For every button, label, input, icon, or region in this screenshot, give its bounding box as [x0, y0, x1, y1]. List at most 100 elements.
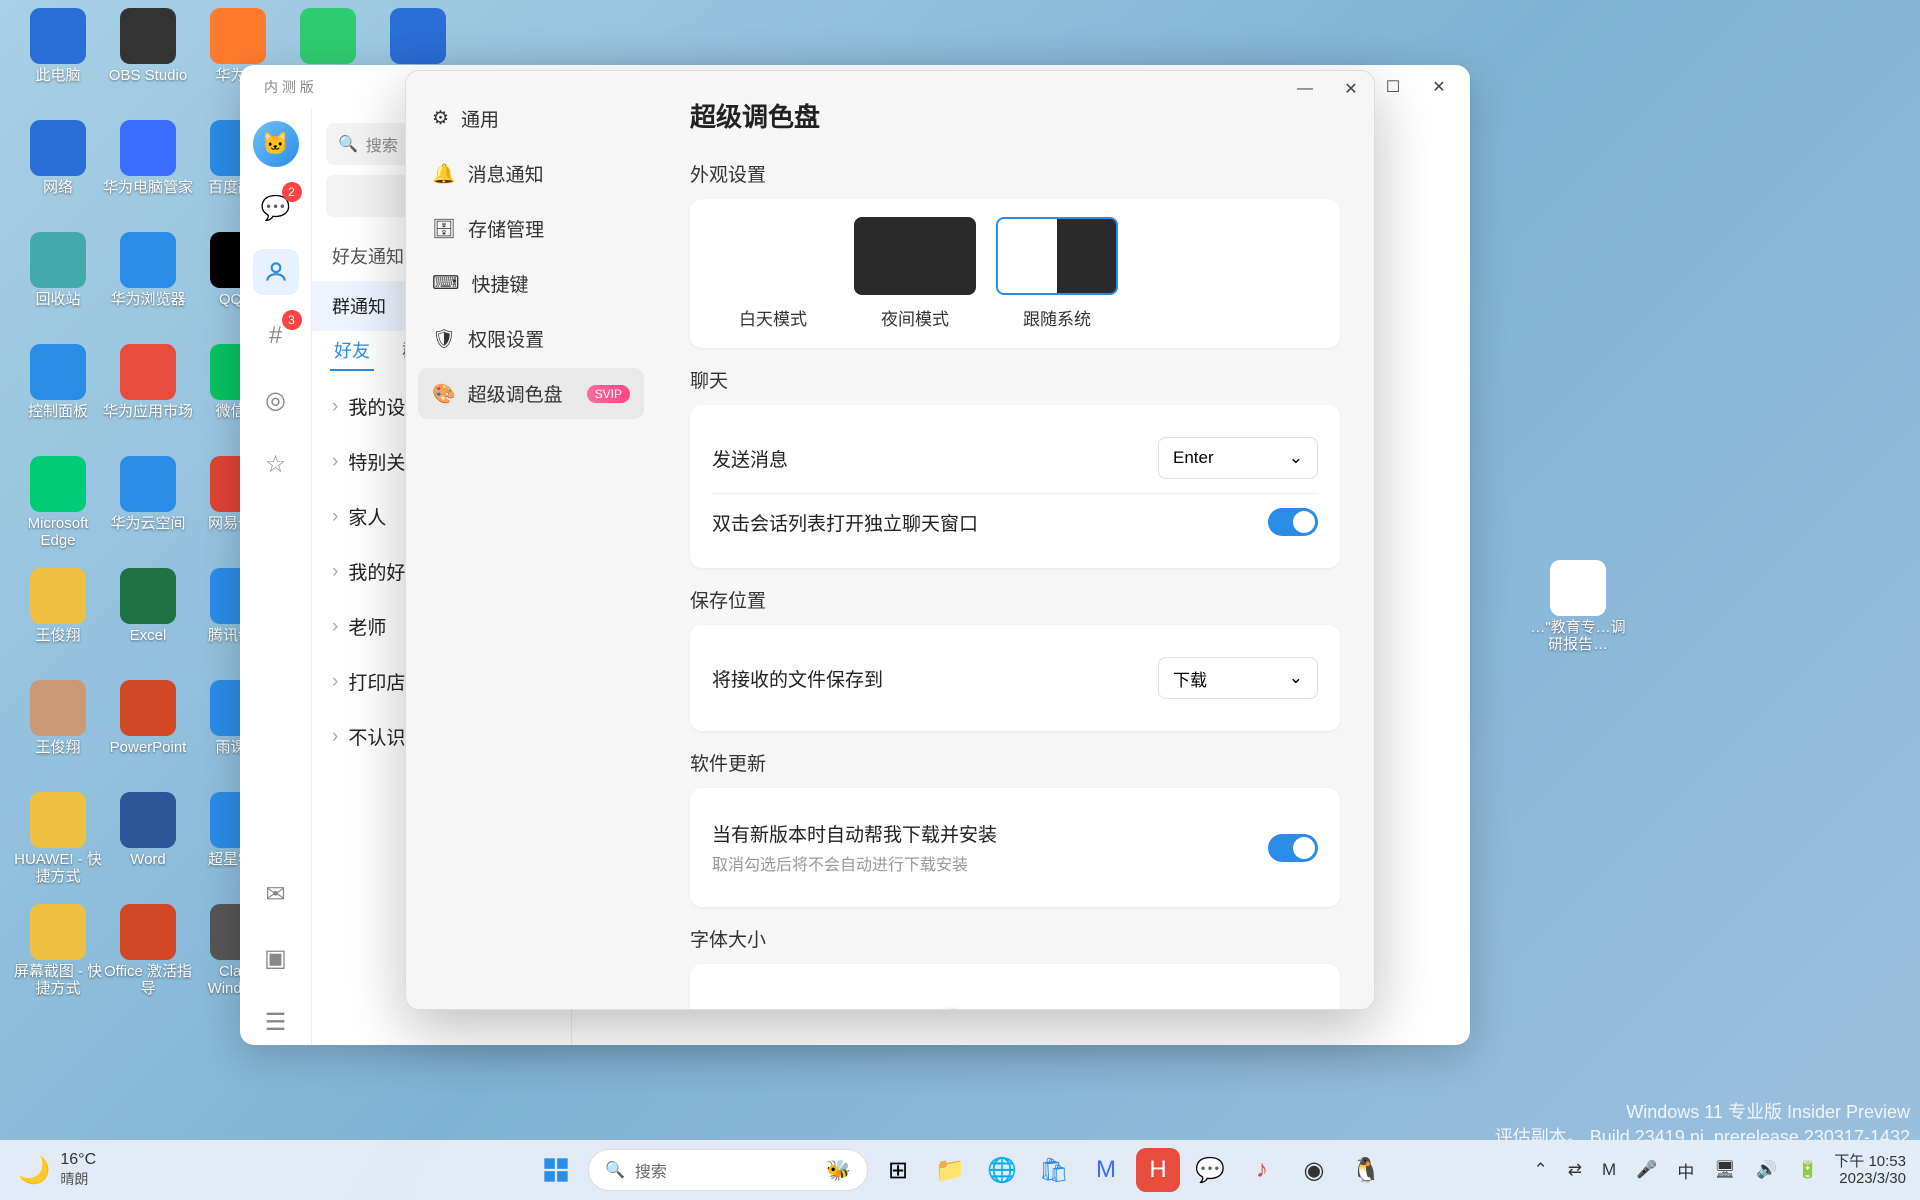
- start-button[interactable]: [532, 1146, 580, 1194]
- rail-chat[interactable]: 💬2: [253, 185, 299, 231]
- search-placeholder: 搜索: [366, 132, 398, 156]
- desktop-icon[interactable]: 华为电脑管家: [100, 120, 196, 197]
- settings-close-button[interactable]: ✕: [1328, 71, 1374, 107]
- desktop-icon[interactable]: HUAWEI - 快捷方式: [10, 792, 106, 885]
- icon-label: 屏幕截图 - 快捷方式: [10, 964, 106, 997]
- tray-chevron-icon[interactable]: ⌃: [1530, 1158, 1552, 1182]
- desktop-icon[interactable]: Microsoft Edge: [10, 456, 106, 549]
- desktop-icon[interactable]: Office 激活指导: [100, 904, 196, 997]
- desktop-icon[interactable]: 华为应用市场: [100, 344, 196, 421]
- dblclick-toggle[interactable]: [1268, 508, 1318, 536]
- auto-update-label: 当有新版本时自动帮我下载并安装: [712, 820, 997, 847]
- edge-icon[interactable]: 🌐: [980, 1148, 1024, 1192]
- settings-nav-palette[interactable]: 🎨超级调色盘SVIP: [418, 368, 644, 419]
- save-location-select[interactable]: 下载 ⌄: [1158, 657, 1318, 699]
- rail-star[interactable]: ☆: [253, 441, 299, 487]
- tray-app-icon[interactable]: M: [1598, 1158, 1620, 1182]
- app-icon: [30, 120, 86, 176]
- settings-nav-shield[interactable]: 🛡权限设置: [418, 313, 644, 364]
- settings-nav-kbd[interactable]: ⌨快捷键: [418, 258, 644, 309]
- wechat-icon[interactable]: 💬: [1188, 1148, 1232, 1192]
- desktop-icon[interactable]: 王俊翔: [10, 568, 106, 645]
- icon-label: Microsoft Edge: [10, 516, 106, 549]
- app-icon: [30, 568, 86, 624]
- taskbar-search[interactable]: 🔍 搜索 🐝: [588, 1149, 868, 1191]
- settings-nav-db[interactable]: 🗄存储管理: [418, 203, 644, 254]
- nav-label: 通用: [461, 105, 499, 132]
- desktop-icon[interactable]: 王俊翔: [10, 680, 106, 757]
- settings-nav-bell[interactable]: 🔔消息通知: [418, 148, 644, 199]
- nav-label: 超级调色盘: [468, 380, 563, 407]
- tray-network-icon[interactable]: 🖥: [1710, 1158, 1740, 1182]
- search-accent-icon: 🐝: [826, 1158, 851, 1183]
- icon-label: 华为浏览器: [110, 292, 185, 309]
- tab-friend[interactable]: 好友: [330, 331, 374, 371]
- theme-option-light[interactable]: 白天模式: [712, 217, 834, 330]
- kbd-icon: ⌨: [432, 272, 459, 295]
- app-icon-2[interactable]: H: [1136, 1148, 1180, 1192]
- desktop-icon[interactable]: [280, 8, 376, 68]
- maximize-button[interactable]: ☐: [1370, 69, 1416, 105]
- app-icon: [120, 456, 176, 512]
- obs-icon[interactable]: ◉: [1292, 1148, 1336, 1192]
- nav-label: 权限设置: [468, 325, 544, 352]
- desktop-icon[interactable]: OBS Studio: [100, 8, 196, 85]
- tray-ime[interactable]: 中: [1673, 1156, 1698, 1185]
- icon-label: OBS Studio: [109, 68, 187, 85]
- desktop-icon[interactable]: PowerPoint: [100, 680, 196, 757]
- desktop-icon[interactable]: [370, 8, 466, 68]
- qq-icon[interactable]: 🐧: [1344, 1148, 1388, 1192]
- close-button[interactable]: ✕: [1416, 69, 1462, 105]
- desktop-icon[interactable]: 控制面板: [10, 344, 106, 421]
- rail-mail[interactable]: ✉: [253, 871, 299, 917]
- icon-label: 网络: [43, 180, 73, 197]
- desktop-icon[interactable]: 此电脑: [10, 8, 106, 85]
- tray-volume-icon[interactable]: 🔊: [1752, 1158, 1781, 1182]
- app-icon-3[interactable]: ♪: [1240, 1148, 1284, 1192]
- weather-widget[interactable]: 🌙 16°C 晴朗: [0, 1151, 114, 1189]
- icon-label: 华为电脑管家: [103, 180, 193, 197]
- desktop-icon[interactable]: 回收站: [10, 232, 106, 309]
- desktop-icon[interactable]: …"教育专…调研报告…: [1530, 560, 1626, 653]
- explorer-icon[interactable]: 📁: [928, 1148, 972, 1192]
- app-icon-1[interactable]: M: [1084, 1148, 1128, 1192]
- app-icon: [120, 344, 176, 400]
- settings-nav-sliders[interactable]: ⚙通用: [418, 93, 644, 144]
- task-view-button[interactable]: ⊞: [876, 1148, 920, 1192]
- chat-card: 发送消息 Enter ⌄ 双击会话列表打开独立聊天窗口: [690, 405, 1340, 568]
- settings-sidebar: ⚙通用🔔消息通知🗄存储管理⌨快捷键🛡权限设置🎨超级调色盘SVIP: [406, 71, 656, 1009]
- beta-tag: 内 测 版: [248, 77, 314, 97]
- app-icon: [30, 456, 86, 512]
- user-avatar[interactable]: 🐱: [253, 121, 299, 167]
- desktop-icon[interactable]: 网络: [10, 120, 106, 197]
- tray-sync-icon[interactable]: ⇄: [1564, 1158, 1586, 1182]
- tray-battery-icon[interactable]: 🔋: [1793, 1158, 1822, 1182]
- rail-hash[interactable]: #3: [253, 313, 299, 359]
- desktop-icon[interactable]: 华为浏览器: [100, 232, 196, 309]
- tray-mic-icon[interactable]: 🎤: [1632, 1158, 1661, 1182]
- search-icon: 🔍: [605, 1160, 625, 1180]
- svip-badge: SVIP: [587, 385, 630, 403]
- desktop-icon[interactable]: 华为云空间: [100, 456, 196, 533]
- taskbar: 🌙 16°C 晴朗 🔍 搜索 🐝 ⊞ 📁 🌐 🛍 M H 💬 ♪ ◉ 🐧 ⌃ ⇄…: [0, 1140, 1920, 1200]
- send-key-select[interactable]: Enter ⌄: [1158, 437, 1318, 479]
- hash-badge: 3: [282, 310, 302, 330]
- weather-temp: 16°C: [60, 1151, 96, 1169]
- rail-menu[interactable]: ☰: [253, 999, 299, 1045]
- rail-browser[interactable]: ◎: [253, 377, 299, 423]
- settings-main: ― ✕ 超级调色盘 外观设置 白天模式夜间模式跟随系统 聊天 发送消息 Ente…: [656, 71, 1374, 1009]
- desktop-icon[interactable]: Excel: [100, 568, 196, 645]
- rail-contacts[interactable]: [253, 249, 299, 295]
- theme-option-dark[interactable]: 夜间模式: [854, 217, 976, 330]
- desktop-icon[interactable]: Word: [100, 792, 196, 869]
- rail-bookmark[interactable]: ▣: [253, 935, 299, 981]
- auto-update-toggle[interactable]: [1268, 834, 1318, 862]
- settings-minimize-button[interactable]: ―: [1282, 71, 1328, 107]
- taskbar-clock[interactable]: 下午 10:53 2023/3/30: [1834, 1153, 1906, 1188]
- icon-label: …"教育专…调研报告…: [1530, 620, 1626, 653]
- font-card: 小 大: [690, 964, 1340, 1009]
- chat-badge: 2: [282, 182, 302, 202]
- store-icon[interactable]: 🛍: [1032, 1148, 1076, 1192]
- theme-option-follow[interactable]: 跟随系统: [996, 217, 1118, 330]
- desktop-icon[interactable]: 屏幕截图 - 快捷方式: [10, 904, 106, 997]
